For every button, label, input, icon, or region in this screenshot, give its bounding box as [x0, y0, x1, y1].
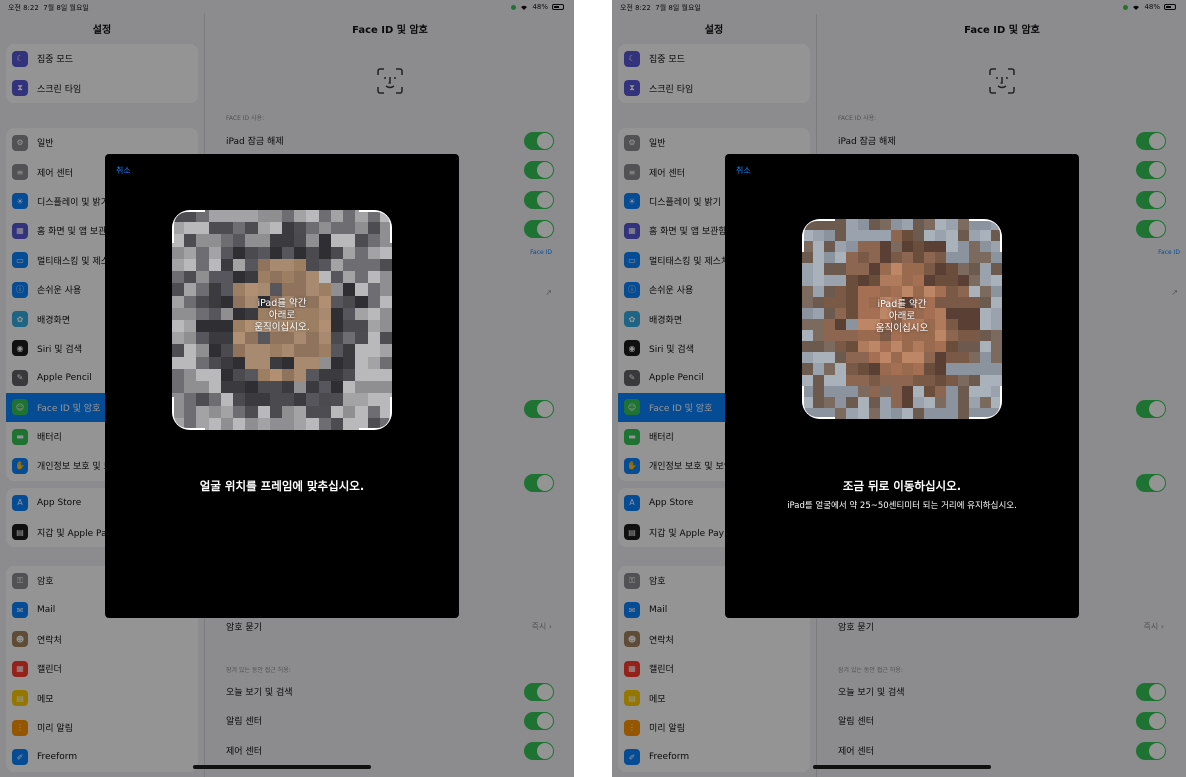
- camera-preview: iPad를 약간 아래로 움직이십시오.: [172, 210, 392, 430]
- camera-guidance: iPad를 약간 아래로 움직이십시오.: [172, 298, 392, 334]
- camera-preview: iPad를 약간 아래로 움직이십시오: [802, 219, 1002, 419]
- frame-corner: [969, 219, 1002, 252]
- ipad-screen-right: 오전 8:22 7월 8일 월요일 48% 설정 ☾ 집중 모드 ⧗ 스크린 타임 ⚙ 일…: [612, 0, 1186, 777]
- frame-corner: [802, 219, 835, 252]
- camera-guidance: iPad를 약간 아래로 움직이십시오: [802, 299, 1002, 335]
- frame-corner: [172, 210, 205, 243]
- frame-corner: [969, 386, 1002, 419]
- frame-corner: [802, 386, 835, 419]
- faceid-setup-modal: 취소 iPad를 약간 아래로 움직이십시오 조금 뒤로 이동하십시오. iPa…: [725, 154, 1079, 618]
- frame-corner: [172, 397, 205, 430]
- instruction-title: 얼굴 위치를 프레임에 맞추십시오.: [199, 479, 365, 493]
- faceid-setup-modal: 취소 iPad를 약간 아래로 움직이십시오. 얼굴 위치를 프레임에 맞추십시…: [105, 154, 459, 618]
- camera-guidance-line: 움직이십시오.: [254, 322, 310, 333]
- instruction-subtitle: iPad를 얼굴에서 약 25~50센티미터 되는 거리에 유지하십시오.: [787, 501, 1017, 511]
- camera-guidance-line: 움직이십시오: [875, 323, 929, 334]
- cancel-button[interactable]: 취소: [736, 165, 751, 176]
- home-indicator[interactable]: [813, 765, 991, 769]
- home-indicator[interactable]: [193, 765, 371, 769]
- instruction-title: 조금 뒤로 이동하십시오.: [842, 479, 962, 493]
- ipad-screen-left: 오전 8:22 7월 8일 월요일 48% 설정 ☾ 집중 모드 ⧗ 스크린 타임 ⚙ 일…: [0, 0, 574, 777]
- camera-guidance-line: 아래로: [888, 311, 916, 322]
- camera-guidance-line: iPad를 약간: [877, 299, 927, 310]
- screenshot-divider: [574, 0, 612, 777]
- camera-guidance-line: iPad를 약간: [257, 298, 307, 309]
- frame-corner: [359, 397, 392, 430]
- camera-guidance-line: 아래로: [268, 310, 296, 321]
- frame-corner: [359, 210, 392, 243]
- cancel-button[interactable]: 취소: [116, 165, 131, 176]
